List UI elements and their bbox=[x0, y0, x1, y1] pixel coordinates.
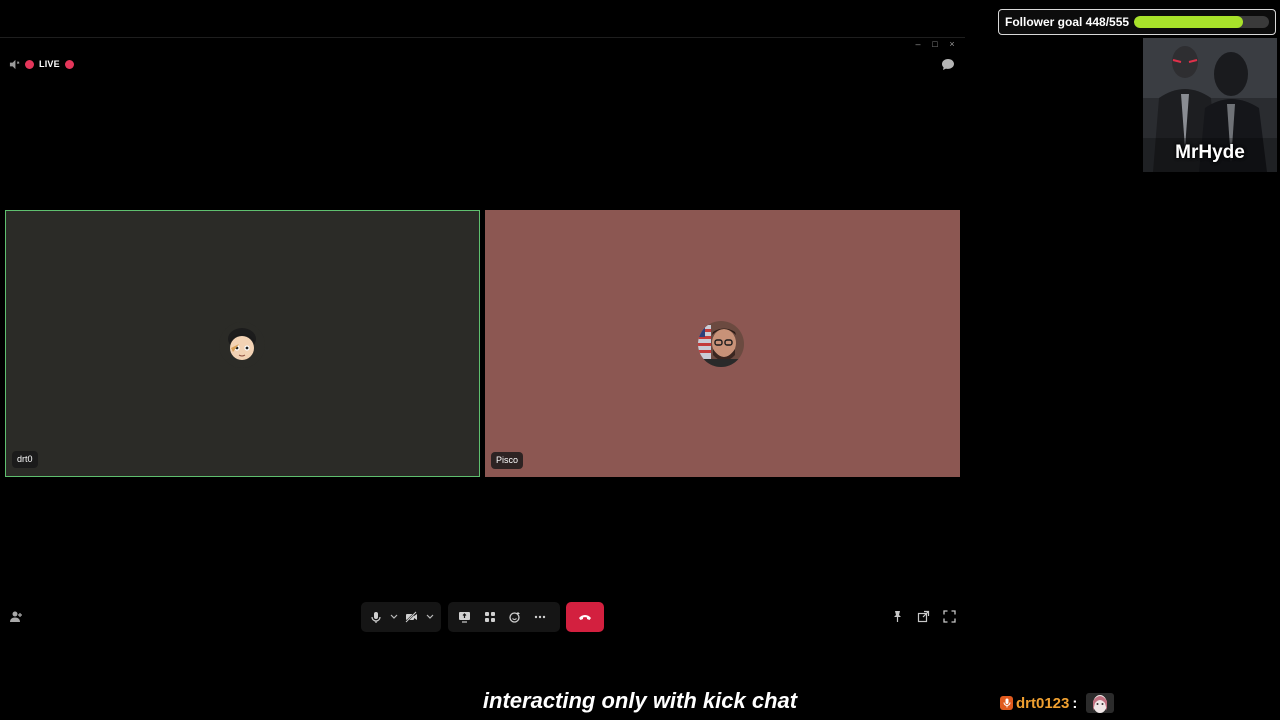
fullscreen-icon bbox=[942, 609, 956, 623]
follower-goal-widget: Follower goal 448/555 bbox=[998, 9, 1276, 35]
speaker-icon[interactable] bbox=[9, 59, 20, 70]
media-controls bbox=[361, 602, 441, 632]
live-status-bar: LIVE bbox=[9, 57, 74, 71]
screen-share-icon bbox=[459, 612, 470, 623]
follower-goal-fill bbox=[1134, 16, 1243, 28]
chat-icon[interactable] bbox=[941, 58, 955, 71]
hangup-icon bbox=[579, 615, 591, 620]
popout-icon bbox=[917, 610, 929, 622]
avatar bbox=[219, 322, 265, 368]
live-label: LIVE bbox=[39, 59, 60, 69]
microphone-icon bbox=[1000, 696, 1013, 710]
camera-button[interactable] bbox=[403, 602, 421, 632]
participant-tile-pisco[interactable]: Pisco bbox=[485, 210, 960, 477]
recording-dot-icon bbox=[64, 59, 74, 69]
microphone-button[interactable] bbox=[367, 602, 385, 632]
maximize-button[interactable]: □ bbox=[930, 38, 940, 50]
chevron-down-icon bbox=[390, 614, 398, 619]
microphone-options-button[interactable] bbox=[389, 602, 399, 632]
chat-emote-icon bbox=[1086, 693, 1115, 713]
participants-icon[interactable] bbox=[9, 610, 23, 624]
streamer-webcam: MrHyde bbox=[1143, 38, 1277, 172]
stream-screen: – □ × LIVE drt0 Pisco Follower goal 448/… bbox=[0, 0, 1280, 720]
window-titlebar: – □ × bbox=[0, 37, 965, 49]
participant-tile-drt0[interactable]: drt0 bbox=[5, 210, 480, 477]
chat-separator: : bbox=[1072, 694, 1078, 712]
close-button[interactable]: × bbox=[947, 38, 957, 50]
hangup-button[interactable] bbox=[566, 602, 604, 632]
popout-button[interactable] bbox=[915, 608, 931, 624]
camera-off-icon bbox=[405, 611, 418, 623]
view-tools bbox=[889, 608, 957, 624]
soundboard-button[interactable] bbox=[504, 602, 525, 632]
follower-goal-bar bbox=[1134, 16, 1269, 28]
microphone-icon bbox=[371, 611, 381, 623]
more-icon bbox=[534, 615, 545, 619]
apps-button[interactable] bbox=[479, 602, 500, 632]
screen-share-button[interactable] bbox=[454, 602, 475, 632]
chat-tts-indicator: drt0123 : bbox=[1000, 693, 1115, 713]
avatar bbox=[698, 321, 744, 367]
streamer-name: MrHyde bbox=[1175, 142, 1245, 163]
camera-options-button[interactable] bbox=[425, 602, 435, 632]
follower-goal-label: Follower goal 448/555 bbox=[1005, 15, 1130, 29]
minimize-button[interactable]: – bbox=[913, 38, 923, 50]
pin-icon bbox=[893, 610, 901, 622]
participant-name: drt0 bbox=[12, 451, 38, 468]
window-controls: – □ × bbox=[913, 38, 957, 50]
fullscreen-button[interactable] bbox=[941, 608, 957, 624]
activity-controls bbox=[448, 602, 560, 632]
live-dot-icon bbox=[25, 59, 34, 69]
pin-button[interactable] bbox=[889, 608, 905, 624]
participant-name: Pisco bbox=[491, 452, 524, 469]
more-options-button[interactable] bbox=[529, 602, 550, 632]
reactions-icon bbox=[509, 611, 520, 623]
chat-username: drt0123 bbox=[1016, 694, 1070, 712]
apps-icon bbox=[484, 612, 495, 622]
chevron-down-icon bbox=[426, 614, 434, 619]
